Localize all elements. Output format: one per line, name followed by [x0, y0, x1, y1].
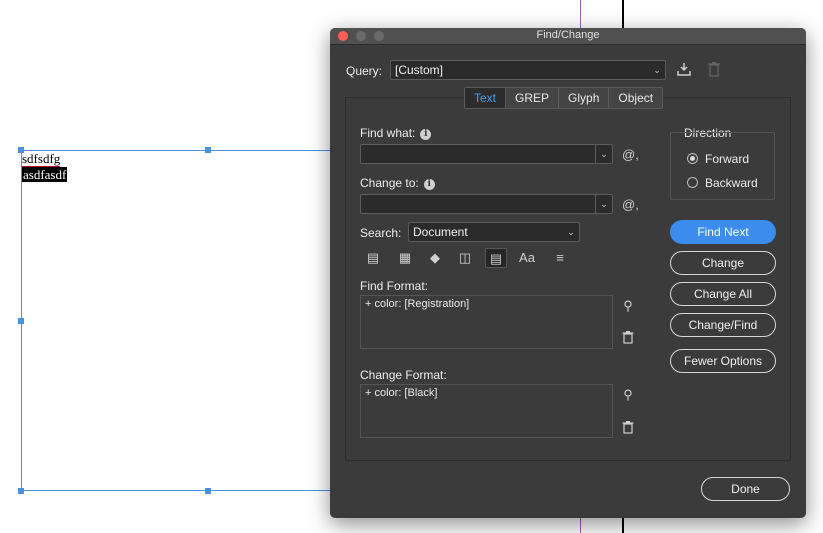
chevron-down-icon[interactable]: ⌄	[595, 195, 612, 213]
chevron-down-icon: ⌄	[653, 65, 661, 75]
change-to-label-text: Change to:	[360, 176, 419, 190]
fewer-options-button[interactable]: Fewer Options	[670, 349, 776, 373]
search-scope-select[interactable]: Document ⌄	[408, 222, 580, 242]
find-format-label: Find Format:	[360, 279, 429, 293]
include-master-pages-icon[interactable]: ◫	[454, 248, 476, 268]
change-to-label: Change to: i	[360, 176, 435, 190]
find-format-value: + color: [Registration]	[365, 298, 470, 310]
include-hidden-layers-icon[interactable]: ◆	[424, 248, 446, 268]
frame-handle-top-middle[interactable]	[205, 147, 211, 153]
find-what-label-text: Find what:	[360, 126, 416, 140]
save-query-icon[interactable]	[676, 61, 692, 77]
change-format-value: + color: [Black]	[365, 387, 438, 399]
document-text-line-1-label: sdfsdfg	[22, 151, 61, 167]
frame-handle-bottom-left[interactable]	[18, 488, 24, 494]
done-button[interactable]: Done	[701, 477, 790, 501]
change-format-box[interactable]: + color: [Black]	[360, 384, 613, 438]
chevron-down-icon[interactable]: ⌄	[595, 145, 612, 163]
chevron-down-icon: ⌄	[567, 227, 575, 237]
tab-grep[interactable]: GREP	[506, 88, 560, 108]
dialog-title: Find/Change	[536, 29, 600, 41]
mode-tabs: Text GREP Glyph Object	[464, 87, 664, 109]
forward-label[interactable]: Forward	[705, 152, 749, 166]
find-format-box[interactable]: + color: [Registration]	[360, 295, 613, 349]
backward-label[interactable]: Backward	[705, 176, 758, 190]
find-change-dialog: Find/Change Query: [Custom] ⌄ Text GREP …	[330, 28, 806, 518]
specify-change-format-icon[interactable]: ⚲	[619, 387, 637, 403]
find-next-button[interactable]: Find Next	[670, 220, 776, 244]
trash-icon[interactable]	[619, 330, 637, 347]
info-icon[interactable]: i	[423, 179, 435, 190]
frame-handle-middle-left[interactable]	[18, 318, 24, 324]
include-footnotes-icon[interactable]: ▤	[485, 248, 507, 268]
tab-text[interactable]: Text	[465, 88, 507, 108]
backward-radio[interactable]	[687, 177, 698, 188]
query-label: Query:	[346, 64, 383, 78]
info-icon[interactable]: i	[420, 129, 432, 140]
tab-object[interactable]: Object	[609, 88, 662, 108]
dialog-titlebar[interactable]: Find/Change	[330, 28, 806, 45]
change-find-button[interactable]: Change/Find	[670, 313, 776, 337]
whole-word-icon[interactable]: ≡	[549, 248, 571, 268]
change-all-button[interactable]: Change All	[670, 282, 776, 306]
tab-glyph[interactable]: Glyph	[559, 88, 610, 108]
change-to-input[interactable]: ⌄	[360, 194, 613, 214]
document-text-line-2[interactable]: asdfasdf	[22, 167, 68, 182]
include-locked-stories-icon[interactable]: ▦	[394, 248, 416, 268]
specify-find-format-icon[interactable]: ⚲	[619, 298, 637, 314]
case-sensitive-icon[interactable]: Aa	[516, 248, 538, 268]
special-characters-icon[interactable]: @,	[622, 197, 639, 212]
change-format-label: Change Format:	[360, 368, 447, 382]
query-select[interactable]: [Custom] ⌄	[390, 60, 666, 80]
direction-group: Forward Backward	[670, 132, 775, 200]
trash-icon[interactable]	[619, 420, 637, 437]
search-scope-value: Document	[413, 225, 468, 239]
frame-handle-bottom-middle[interactable]	[205, 488, 211, 494]
special-characters-icon[interactable]: @,	[622, 147, 639, 162]
delete-query-icon[interactable]	[707, 61, 721, 77]
search-label: Search:	[360, 226, 402, 240]
find-what-label: Find what: i	[360, 126, 432, 140]
change-button[interactable]: Change	[670, 251, 776, 275]
query-value: [Custom]	[395, 63, 444, 77]
document-text-line-1[interactable]: sdfsdfg	[22, 151, 61, 167]
find-what-input[interactable]: ⌄	[360, 144, 613, 164]
forward-radio[interactable]	[687, 153, 698, 164]
include-locked-layers-icon[interactable]: ▤	[362, 248, 384, 268]
